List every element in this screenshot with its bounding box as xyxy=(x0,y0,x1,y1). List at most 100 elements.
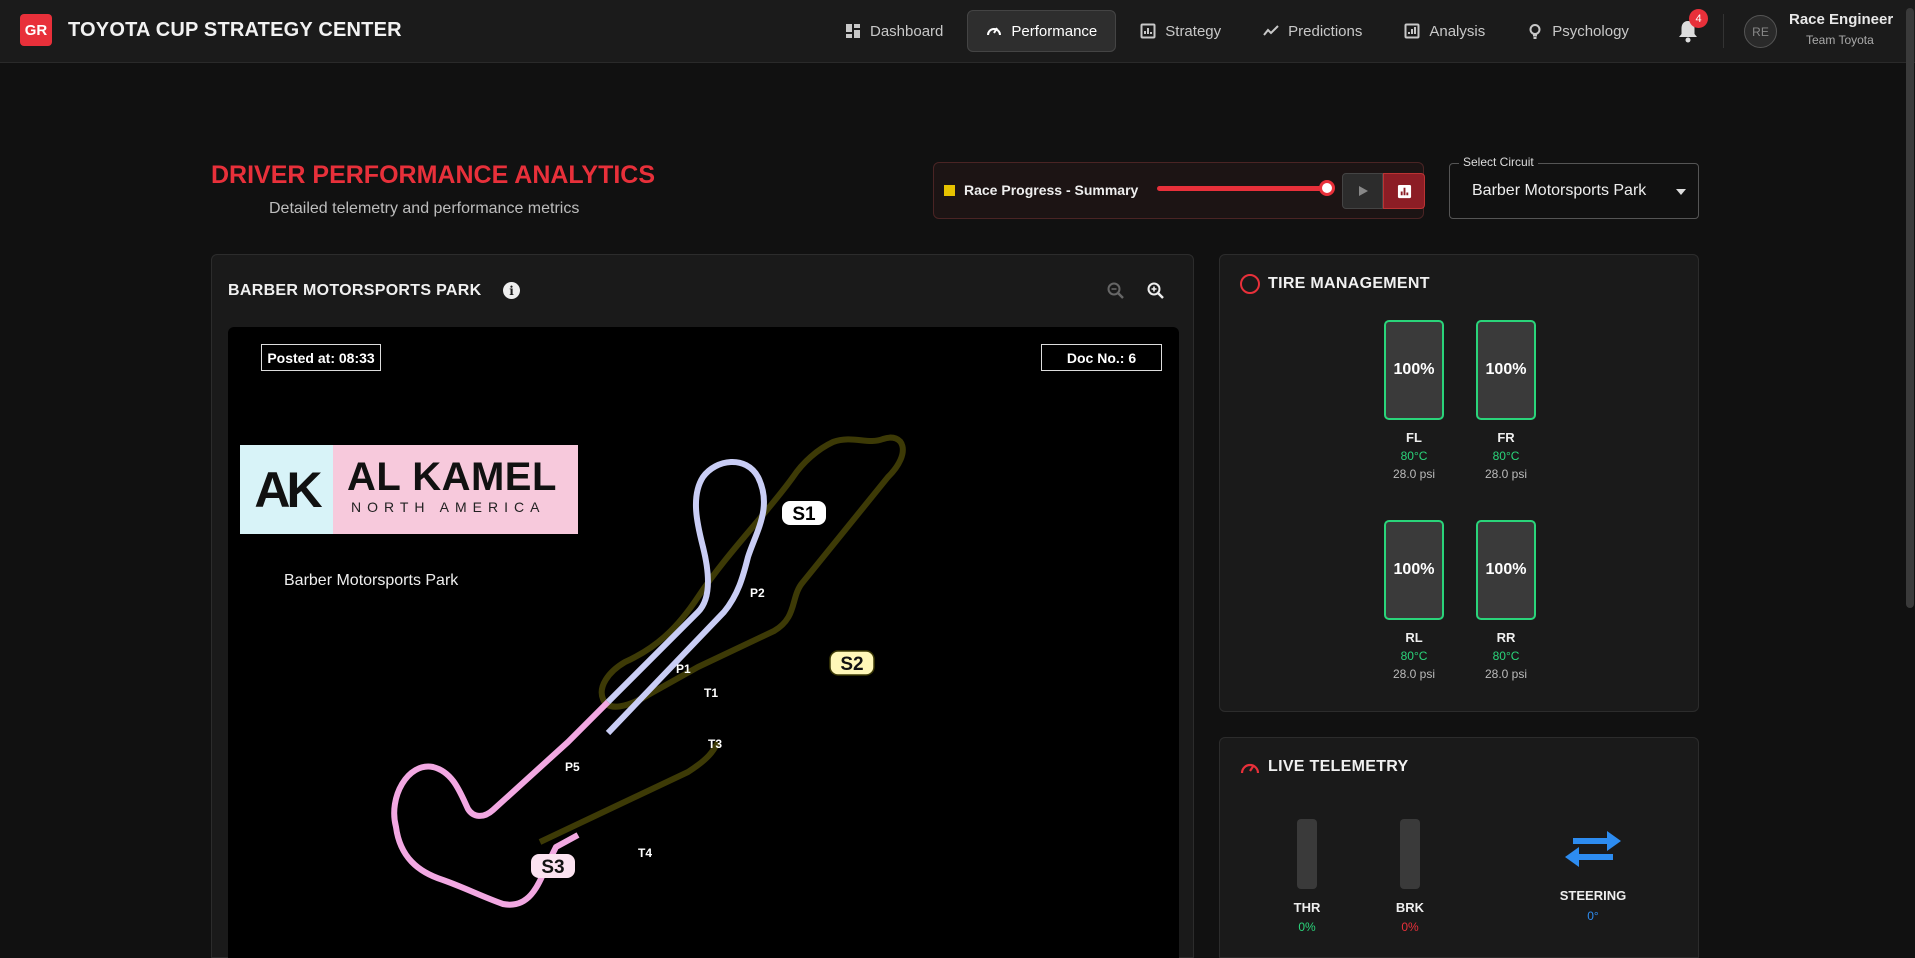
chevron-down-icon xyxy=(1676,189,1686,195)
tire-wear: 100% xyxy=(1476,320,1536,420)
sector-3-path xyxy=(391,699,611,908)
steering-value: 0° xyxy=(1587,909,1599,923)
tire-temp: 80°C xyxy=(1400,449,1428,463)
live-telemetry-panel: LIVE TELEMETRY THR 0% BRK 0% STEERING 0° xyxy=(1219,737,1699,958)
brake-bar xyxy=(1400,819,1420,889)
marker-t3: T3 xyxy=(708,737,722,751)
marker-p2: P2 xyxy=(750,586,765,600)
play-icon xyxy=(1358,186,1368,196)
nav-analysis[interactable]: Analysis xyxy=(1386,10,1503,52)
tire-wear: 100% xyxy=(1384,320,1444,420)
page-title: DRIVER PERFORMANCE ANALYTICS xyxy=(211,161,656,189)
sector-1-path xyxy=(605,459,767,736)
tire-position: RR xyxy=(1496,630,1516,645)
track-title: BARBER MOTORSPORTS PARK xyxy=(228,282,482,299)
summary-chart-button[interactable] xyxy=(1383,173,1425,209)
analytics-icon xyxy=(1404,23,1420,39)
circuit-select-value: Barber Motorsports Park xyxy=(1472,182,1647,199)
throttle-label: THR xyxy=(1293,900,1321,915)
tire-position: FL xyxy=(1406,430,1422,445)
dashboard-icon xyxy=(846,24,860,38)
tire-fr[interactable]: 100% FR 80°C 28.0 psi xyxy=(1476,320,1536,481)
page-subtitle: Detailed telemetry and performance metri… xyxy=(269,200,580,217)
tire-position: FR xyxy=(1497,430,1515,445)
track-layout: S1 S2 S3 P2 P1 T1 T3 P5 T4 xyxy=(391,434,906,908)
tire-panel-title: TIRE MANAGEMENT xyxy=(1268,275,1430,292)
tire-position: RL xyxy=(1405,630,1423,645)
zoom-in-icon[interactable] xyxy=(1146,281,1166,306)
track-panel: BARBER MOTORSPORTS PARK i Posted at: 08:… xyxy=(211,254,1194,958)
brake-value: 0% xyxy=(1401,920,1419,934)
race-progress-control: Race Progress - Summary xyxy=(933,162,1425,219)
sector-label-s2: S2 xyxy=(829,650,875,676)
track-map[interactable]: Posted at: 08:33 Doc No.: 6 AK AL KAMEL … xyxy=(228,327,1179,958)
svg-text:S1: S1 xyxy=(792,504,816,525)
play-button[interactable] xyxy=(1342,173,1383,209)
sector-label-s3: S3 xyxy=(531,854,575,878)
gr-logo[interactable]: GR xyxy=(20,14,52,46)
tire-pressure: 28.0 psi xyxy=(1392,467,1436,481)
progress-flag-icon xyxy=(944,185,955,196)
info-icon[interactable]: i xyxy=(503,282,520,299)
steering-gauge: STEERING 0° xyxy=(1528,825,1658,923)
brake-gauge: BRK 0% xyxy=(1380,819,1440,934)
marker-t1: T1 xyxy=(704,686,718,700)
trend-line-icon xyxy=(1263,25,1279,36)
telemetry-panel-title: LIVE TELEMETRY xyxy=(1268,758,1409,775)
svg-text:S3: S3 xyxy=(541,857,564,878)
avatar[interactable]: RE xyxy=(1744,15,1777,48)
bar-chart-icon xyxy=(1397,184,1411,198)
throttle-bar xyxy=(1297,819,1317,889)
nav-psychology[interactable]: Psychology xyxy=(1509,10,1647,52)
throttle-gauge: THR 0% xyxy=(1277,819,1337,934)
steering-label: STEERING xyxy=(1559,888,1627,903)
speedometer-icon xyxy=(1240,763,1260,774)
user-team: Team Toyota xyxy=(1806,33,1874,47)
page-scrollbar[interactable] xyxy=(1906,8,1914,608)
speedometer-icon xyxy=(987,27,1002,36)
throttle-value: 0% xyxy=(1298,920,1316,934)
tire-pressure: 28.0 psi xyxy=(1484,467,1528,481)
tire-wear: 100% xyxy=(1476,520,1536,620)
circuit-select-legend: Select Circuit xyxy=(1459,155,1538,169)
tire-icon xyxy=(1240,274,1260,294)
svg-text:S2: S2 xyxy=(840,654,863,675)
race-progress-slider[interactable] xyxy=(1157,186,1327,191)
nav-performance[interactable]: Performance xyxy=(967,10,1117,52)
nav-analysis-label: Analysis xyxy=(1429,22,1486,40)
tire-temp: 80°C xyxy=(1492,649,1520,663)
circuit-select[interactable]: Barber Motorsports Park xyxy=(1449,163,1699,219)
marker-p5: P5 xyxy=(565,760,580,774)
nav-strategy-label: Strategy xyxy=(1165,22,1222,40)
top-bar: GR TOYOTA CUP STRATEGY CENTER Dashboard … xyxy=(0,0,1915,63)
race-progress-slider-thumb[interactable] xyxy=(1319,180,1335,196)
sector-label-s1: S1 xyxy=(782,501,826,525)
tire-temp: 80°C xyxy=(1400,649,1428,663)
brake-label: BRK xyxy=(1395,900,1425,915)
marker-p1: P1 xyxy=(676,662,691,676)
tire-rr[interactable]: 100% RR 80°C 28.0 psi xyxy=(1476,520,1536,681)
tire-pressure: 28.0 psi xyxy=(1484,667,1528,681)
nav-dashboard[interactable]: Dashboard xyxy=(827,10,961,52)
nav-predictions-label: Predictions xyxy=(1288,22,1363,40)
zoom-out-icon[interactable] xyxy=(1106,281,1126,306)
nav-performance-label: Performance xyxy=(1011,22,1098,40)
bar-chart-icon xyxy=(1140,23,1156,39)
sector-2-path xyxy=(538,434,906,845)
lightbulb-icon xyxy=(1529,24,1541,39)
tire-pressure: 28.0 psi xyxy=(1392,667,1436,681)
nav-psychology-label: Psychology xyxy=(1552,22,1629,40)
tire-fl[interactable]: 100% FL 80°C 28.0 psi xyxy=(1384,320,1444,481)
tire-rl[interactable]: 100% RL 80°C 28.0 psi xyxy=(1384,520,1444,681)
nav-strategy[interactable]: Strategy xyxy=(1122,10,1239,52)
race-progress-label: Race Progress - Summary xyxy=(964,182,1139,198)
tire-management-panel: TIRE MANAGEMENT 100% FL 80°C 28.0 psi 10… xyxy=(1219,254,1699,712)
marker-t4: T4 xyxy=(638,846,652,860)
nav-predictions[interactable]: Predictions xyxy=(1245,10,1380,52)
tire-temp: 80°C xyxy=(1492,449,1520,463)
app-title: TOYOTA CUP STRATEGY CENTER xyxy=(68,19,402,41)
topbar-divider xyxy=(1723,14,1724,48)
tire-wear: 100% xyxy=(1384,520,1444,620)
notification-badge: 4 xyxy=(1689,9,1708,28)
nav-dashboard-label: Dashboard xyxy=(870,22,944,40)
